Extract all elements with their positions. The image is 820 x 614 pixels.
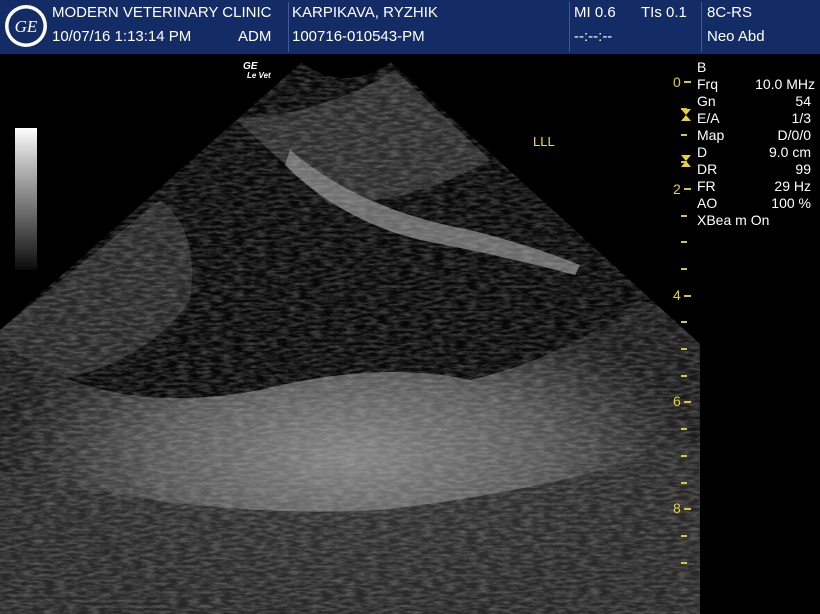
param-value: D/0/0 — [777, 127, 811, 143]
clinic-name: MODERN VETERINARY CLINIC — [52, 4, 272, 21]
param-value: 54 — [795, 93, 811, 109]
depth-tick-major — [684, 294, 691, 297]
thermal-index: TIs 0.1 — [641, 4, 687, 21]
exam-datetime: 10/07/16 1:13:14 PM — [52, 28, 192, 45]
focus-marker-icon — [681, 109, 691, 121]
depth-tick-minor — [681, 134, 687, 137]
param-mode: B — [697, 59, 815, 76]
depth-label: 8 — [673, 500, 681, 516]
ultrasound-image[interactable] — [0, 54, 700, 614]
param-label: DR — [697, 161, 718, 177]
param-row: DR 99 — [697, 161, 815, 178]
param-xbeam-value: XBea m On — [697, 212, 770, 228]
param-label: Gn — [697, 93, 716, 109]
depth-tick-minor — [681, 481, 687, 484]
mechanical-index: MI 0.6 — [574, 4, 616, 21]
depth-tick-minor — [681, 267, 687, 270]
depth-tick-minor — [681, 374, 687, 377]
depth-tick-minor — [681, 534, 687, 537]
param-label: Frq — [697, 76, 718, 92]
param-label: D — [697, 144, 708, 160]
header-divider — [288, 2, 289, 52]
depth-label: 2 — [673, 181, 681, 197]
image-annotation-label: LLL — [533, 134, 555, 149]
depth-label: 4 — [673, 287, 681, 303]
param-value: 9.0 cm — [768, 144, 811, 160]
ge-levet-logo: GE Le Vet — [243, 61, 271, 81]
param-row: E/A 1/3 — [697, 110, 815, 127]
depth-tick-minor — [681, 454, 687, 457]
patient-name: KARPIKAVA, RYZHIK — [292, 4, 438, 21]
param-row: Frq 10.0 MHz — [697, 76, 815, 93]
levet-logo-text: Le Vet — [247, 71, 271, 80]
exam-preset: Neo Abd — [707, 28, 765, 45]
header-divider — [701, 2, 702, 52]
mi-sub-readout: --:--:-- — [574, 28, 613, 45]
depth-tick-minor — [681, 428, 687, 431]
param-row: Gn 54 — [697, 93, 815, 110]
ge-logo-text: GE — [243, 61, 258, 72]
patient-id: 100716-010543-PM — [292, 28, 425, 45]
param-value: 1/3 — [791, 110, 811, 126]
depth-tick-major — [684, 401, 691, 404]
depth-tick-major — [684, 508, 691, 511]
ge-logo-icon: GE — [5, 5, 47, 47]
param-row: AO 100 % — [697, 195, 815, 212]
depth-tick-minor — [681, 214, 687, 217]
param-row: D 9.0 cm — [697, 144, 815, 161]
header-divider — [569, 2, 570, 52]
param-xbeam: XBea m On — [697, 212, 815, 229]
param-row: FR 29 Hz — [697, 178, 815, 195]
param-mode-value: B — [697, 59, 707, 75]
clinic-name-clip: MODERN VETERINARY CLINIC — [52, 4, 287, 24]
depth-tick-minor — [681, 561, 687, 564]
param-value: 29 Hz — [774, 178, 811, 194]
param-label: E/A — [697, 110, 720, 126]
parameter-panel: B Frq 10.0 MHz Gn 54 E/A 1/3 Map D/0/0 D… — [697, 59, 815, 229]
probe-name: 8C-RS — [707, 4, 753, 21]
param-value: 10.0 MHz — [755, 76, 815, 92]
depth-tick-minor — [681, 241, 687, 244]
svg-text:GE: GE — [15, 17, 38, 36]
depth-tick-minor — [681, 321, 687, 324]
param-value: 99 — [795, 161, 811, 177]
depth-label: 0 — [673, 74, 681, 90]
param-label: AO — [697, 195, 718, 211]
depth-tick-major — [684, 81, 691, 83]
depth-tick-minor — [681, 348, 687, 350]
depth-label: 6 — [673, 393, 681, 409]
depth-tick-minor — [681, 161, 687, 164]
header-bar: GE MODERN VETERINARY CLINIC 10/07/16 1:1… — [0, 0, 820, 54]
param-label: Map — [697, 127, 725, 143]
param-row: Map D/0/0 — [697, 127, 815, 144]
param-label: FR — [697, 178, 716, 194]
param-value: 100 % — [771, 195, 811, 211]
depth-tick-minor — [681, 107, 687, 110]
grayscale-bar — [15, 128, 37, 270]
operator-id: ADM — [238, 28, 272, 45]
depth-tick-major — [684, 187, 691, 190]
